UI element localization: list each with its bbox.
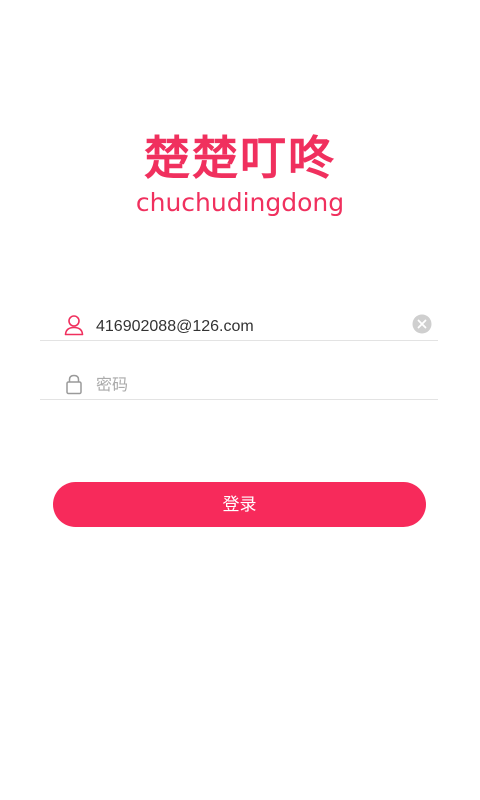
password-placeholder[interactable]: 密码	[96, 376, 128, 396]
username-value[interactable]: 416902088@126.com	[96, 317, 254, 337]
logo-pinyin-name: chuchudingdong	[135, 188, 345, 217]
username-field[interactable]: 416902088@126.com	[40, 296, 438, 341]
login-button[interactable]: 登录	[53, 482, 426, 527]
user-icon	[64, 315, 84, 336]
logo-chinese-name: 楚楚叮咚	[144, 131, 336, 185]
clear-icon[interactable]	[412, 314, 432, 334]
lock-icon	[66, 374, 82, 395]
password-field[interactable]: 密码	[40, 355, 438, 400]
app-logo: 楚楚叮咚 chuchudingdong	[0, 128, 480, 218]
